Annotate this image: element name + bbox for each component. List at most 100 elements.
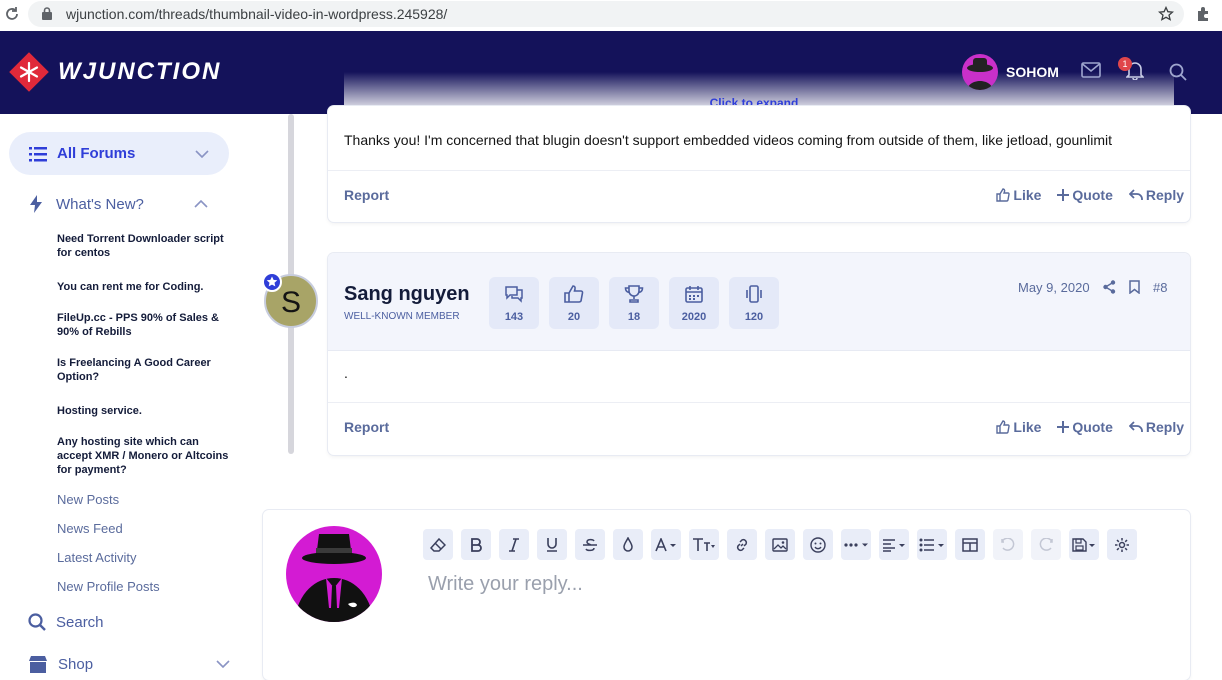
stat-value: 20 [567,311,581,323]
more-options-button[interactable] [841,529,871,560]
sidebar-item-latest-activity[interactable]: Latest Activity [57,550,136,565]
undo-icon [1001,537,1015,551]
stat-reactions: 20 [549,277,599,329]
smilies-button[interactable] [803,529,833,560]
reply-input[interactable]: Write your reply... [428,573,583,596]
quote-button[interactable]: Quote [1057,419,1113,435]
post-number[interactable]: #8 [1153,280,1167,295]
bookmark-icon[interactable] [1129,280,1140,294]
browser-toolbar: wjunction.com/threads/thumbnail-video-in… [0,0,1222,31]
image-icon [772,537,788,552]
chevron-down-icon[interactable] [216,660,230,668]
text-color-button[interactable] [613,529,643,560]
sidebar-thread-link[interactable]: Any hosting site which can accept XMR / … [57,435,232,477]
sidebar-item-new-posts[interactable]: New Posts [57,492,119,507]
sidebar-item-news-feed[interactable]: News Feed [57,521,123,536]
post: Sang nguyen WELL-KNOWN MEMBER 143 20 18 … [328,253,1190,455]
lock-icon [42,7,52,20]
insert-image-button[interactable] [765,529,795,560]
gear-icon [1115,537,1129,552]
all-forums-label: All Forums [57,145,136,162]
reply-button[interactable]: Reply [1128,419,1184,435]
search-icon [28,613,46,631]
like-button[interactable]: Like [996,187,1041,203]
editor-settings-button[interactable] [1107,529,1137,560]
quote-label: Quote [1072,187,1113,203]
stat-posts: 120 [729,277,779,329]
thumbs-up-icon [996,188,1011,202]
report-link[interactable]: Report [344,419,389,435]
sidebar-thread-link[interactable]: FileUp.cc - PPS 90% of Sales & 90% of Re… [57,311,232,339]
post-header: Sang nguyen WELL-KNOWN MEMBER 143 20 18 … [328,253,1190,351]
report-link[interactable]: Report [344,187,389,203]
thumbs-up-icon [996,420,1011,434]
sidebar-item-search[interactable]: Search [28,613,228,631]
chevron-down-icon[interactable] [195,149,209,158]
stat-messages: 143 [489,277,539,329]
reply-button[interactable]: Reply [1128,187,1184,203]
like-label: Like [1013,187,1042,203]
sidebar-item-new-profile-posts[interactable]: New Profile Posts [57,579,160,594]
shop-icon [28,655,48,673]
underline-button[interactable] [537,529,567,560]
quote-button[interactable]: Quote [1057,187,1113,203]
font-family-button[interactable] [651,529,681,560]
sidebar-thread-link[interactable]: Is Freelancing A Good Career Option? [57,356,232,384]
author-role: WELL-KNOWN MEMBER [344,311,460,322]
username: SOHOM [1006,64,1059,80]
stat-trophies: 18 [609,277,659,329]
mail-icon[interactable] [1081,62,1101,78]
strikethrough-icon [583,538,597,551]
post: Thanks you! I'm concerned that blugin do… [328,106,1190,222]
address-bar[interactable]: wjunction.com/threads/thumbnail-video-in… [28,1,1184,27]
bold-button[interactable] [461,529,491,560]
post-actions: Like Quote Reply [996,419,1184,435]
italic-button[interactable] [499,529,529,560]
divider [328,170,1190,171]
author-name[interactable]: Sang nguyen [344,283,470,306]
drafts-button[interactable] [1069,529,1099,560]
sidebar: All Forums What's New? Need Torrent Down… [0,114,300,673]
user-avatar [286,526,382,622]
plus-icon [1057,421,1070,433]
font-size-icon [693,537,715,551]
redo-button[interactable] [1031,529,1061,560]
post-body: . [344,365,348,381]
chevron-up-icon[interactable] [194,200,208,208]
insert-table-button[interactable] [955,529,985,560]
extensions-icon[interactable] [1195,5,1213,23]
user-menu[interactable]: SOHOM [962,54,1059,90]
all-forums-button[interactable]: All Forums [9,132,229,175]
font-size-button[interactable] [689,529,719,560]
search-icon[interactable] [1169,63,1187,81]
share-icon[interactable] [1103,280,1116,294]
align-button[interactable] [879,529,909,560]
post-date[interactable]: May 9, 2020 [1018,280,1090,295]
insert-link-button[interactable] [727,529,757,560]
sidebar-thread-link[interactable]: You can rent me for Coding. [57,280,232,294]
list-button[interactable] [917,529,947,560]
bookmark-star-icon[interactable] [1158,6,1174,22]
logo-text: WJUNCTION [58,58,222,85]
sidebar-thread-link[interactable]: Hosting service. [57,404,232,418]
underline-icon [547,538,557,552]
calendar-icon [684,285,704,303]
site-logo[interactable]: WJUNCTION [8,51,221,93]
sidebar-thread-link[interactable]: Need Torrent Downloader script for cento… [57,232,232,260]
reload-icon[interactable] [4,6,20,22]
undo-button[interactable] [993,529,1023,560]
like-button[interactable]: Like [996,419,1041,435]
italic-icon [509,537,519,552]
trophy-icon [624,285,644,303]
stat-value: 2020 [681,311,707,323]
table-icon [962,537,978,552]
ellipsis-icon [844,542,868,547]
sidebar-item-shop[interactable]: Shop [28,655,230,673]
bold-icon [471,537,482,552]
stat-value: 18 [627,311,641,323]
remove-format-button[interactable] [423,529,453,560]
strikethrough-button[interactable] [575,529,605,560]
whats-new-toggle[interactable]: What's New? [30,192,230,216]
post-actions: Like Quote Reply [996,187,1184,203]
divider [328,402,1190,403]
